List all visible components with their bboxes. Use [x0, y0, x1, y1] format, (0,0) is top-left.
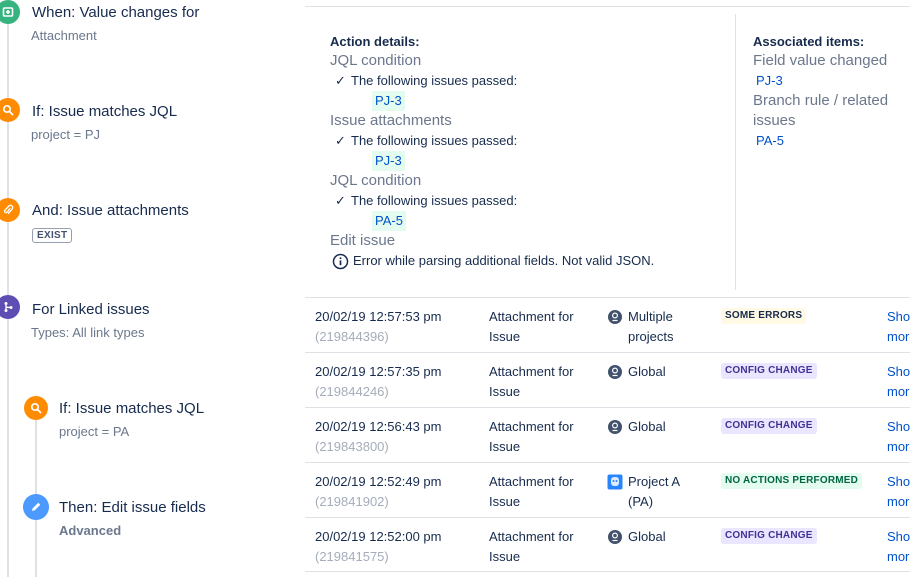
row-type: Attachment for Issue — [489, 474, 574, 509]
row-id: (219841902) — [315, 494, 389, 509]
project-avatar-icon — [607, 474, 623, 490]
associated-items-panel: Associated items: Field value changed PJ… — [753, 30, 910, 151]
scope-text: Global — [628, 364, 666, 379]
status-badge: CONFIG CHANGE — [721, 363, 817, 379]
search-icon[interactable] — [24, 396, 48, 420]
passed-label: The following issues passed: — [351, 73, 518, 88]
action-details-heading: Action details: — [330, 34, 420, 49]
row-type: Attachment for Issue — [489, 309, 574, 344]
trigger-icon[interactable] — [0, 0, 20, 24]
row-scope: Multiple projects — [607, 307, 707, 347]
branch-icon[interactable] — [0, 295, 20, 319]
branch-condition-subtitle: project = PA — [59, 424, 130, 439]
table-row[interactable]: 20/02/19 12:52:00 pm (219841575) Attachme… — [305, 517, 910, 572]
associated-issue-link[interactable]: PJ-3 — [753, 71, 910, 91]
row-type: Attachment for Issue — [489, 364, 574, 399]
scope-text: Global — [628, 419, 666, 434]
globe-icon — [608, 530, 622, 544]
condition-attachments-title[interactable]: And: Issue attachments — [32, 202, 189, 219]
scope-text: Project A (PA) — [628, 474, 680, 509]
branch-action-subtitle: Advanced — [59, 523, 122, 538]
show-more-link[interactable]: Show more — [887, 527, 910, 567]
row-scope: Global — [607, 362, 707, 382]
check-icon: ✓ — [335, 193, 346, 208]
row-id: (219844396) — [315, 329, 389, 344]
panel-divider — [735, 14, 736, 290]
row-type: Attachment for Issue — [489, 529, 574, 564]
search-icon[interactable] — [0, 98, 20, 122]
table-row[interactable]: 20/02/19 12:56:43 pm (219843800) Attachme… — [305, 407, 910, 462]
branch-title[interactable]: For Linked issues — [32, 301, 150, 318]
check-icon: ✓ — [335, 133, 346, 148]
status-badge: NO ACTIONS PERFORMED — [721, 473, 863, 489]
row-date: 20/02/19 12:57:53 pm (219844396) — [315, 307, 442, 347]
row-id: (219844246) — [315, 384, 389, 399]
detail-passed-text: ✓ The following issues passed: — [330, 71, 730, 91]
scope-text: Global — [628, 529, 666, 544]
pencil-icon[interactable] — [23, 494, 49, 520]
edit-issue-name: Edit issue — [330, 232, 396, 249]
scope-text: Multiple projects — [628, 309, 674, 344]
row-scope: Global — [607, 527, 707, 547]
issue-key-link[interactable]: PJ-3 — [372, 151, 405, 171]
row-scope: Project A (PA) — [607, 472, 707, 512]
date-text: 20/02/19 12:52:49 pm — [315, 474, 442, 489]
date-text: 20/02/19 12:57:53 pm — [315, 309, 442, 324]
associated-issue-link[interactable]: PA-5 — [753, 131, 910, 151]
audit-log-table: 20/02/19 12:57:53 pm (219844396) Attachme… — [305, 297, 910, 572]
row-date: 20/02/19 12:56:43 pm (219843800) — [315, 417, 442, 457]
show-more-link[interactable]: Show more — [887, 417, 910, 457]
row-id: (219843800) — [315, 439, 389, 454]
trigger-title[interactable]: When: Value changes for — [32, 4, 199, 21]
paperclip-icon[interactable] — [0, 198, 20, 222]
info-icon — [332, 253, 349, 269]
date-text: 20/02/19 12:52:00 pm — [315, 529, 442, 544]
error-text: Error while parsing additional fields. N… — [353, 253, 655, 268]
row-date: 20/02/19 12:57:35 pm (219844246) — [315, 362, 442, 402]
associated-group-name: Branch rule / related issues — [753, 92, 889, 129]
issue-key-link[interactable]: PJ-3 — [372, 91, 405, 111]
status-badge: CONFIG CHANGE — [721, 528, 817, 544]
table-row[interactable]: 20/02/19 12:52:49 pm (219841902) Attachme… — [305, 462, 910, 517]
row-scope: Global — [607, 417, 707, 437]
globe-icon — [608, 310, 622, 324]
status-badge: CONFIG CHANGE — [721, 418, 817, 434]
table-row[interactable]: 20/02/19 12:57:53 pm (219844396) Attachme… — [305, 297, 910, 352]
row-id: (219841575) — [315, 549, 389, 564]
passed-label: The following issues passed: — [351, 133, 518, 148]
condition-jql-title[interactable]: If: Issue matches JQL — [32, 103, 177, 120]
branch-condition-title[interactable]: If: Issue matches JQL — [59, 400, 204, 417]
check-icon: ✓ — [335, 73, 346, 88]
branch-action-title[interactable]: Then: Edit issue fields — [59, 499, 206, 516]
row-date: 20/02/19 12:52:00 pm (219841575) — [315, 527, 442, 567]
detail-item-name: JQL condition — [330, 172, 422, 189]
globe-icon — [608, 420, 622, 434]
trigger-subtitle: Attachment — [31, 28, 97, 43]
globe-icon — [608, 365, 622, 379]
associated-group-name: Field value changed — [753, 52, 888, 69]
row-type: Attachment for Issue — [489, 419, 574, 454]
issue-key-link[interactable]: PA-5 — [372, 211, 406, 231]
detail-item-name: JQL condition — [330, 52, 422, 69]
table-row[interactable]: 20/02/19 12:57:35 pm (219844246) Attachme… — [305, 352, 910, 407]
show-more-link[interactable]: Show more — [887, 307, 910, 347]
detail-passed-text: ✓ The following issues passed: — [330, 191, 730, 211]
detail-item-name: Issue attachments — [330, 112, 452, 129]
show-more-link[interactable]: Show more — [887, 472, 910, 512]
detail-passed-text: ✓ The following issues passed: — [330, 131, 730, 151]
status-badge: SOME ERRORS — [721, 308, 807, 324]
branch-subtitle: Types: All link types — [31, 325, 145, 340]
row-date: 20/02/19 12:52:49 pm (219841902) — [315, 472, 442, 512]
rule-flow: When: Value changes for Attachment If: I… — [0, 0, 290, 577]
error-message: Error while parsing additional fields. N… — [330, 251, 730, 271]
show-more-link[interactable]: Show more — [887, 362, 910, 402]
condition-jql-subtitle: project = PJ — [31, 127, 101, 142]
exist-badge: EXIST — [32, 228, 73, 243]
passed-label: The following issues passed: — [351, 193, 518, 208]
divider — [305, 6, 910, 7]
action-details-panel: Action details: JQL condition ✓ The follo… — [330, 30, 730, 271]
date-text: 20/02/19 12:56:43 pm — [315, 419, 442, 434]
associated-items-heading: Associated items: — [753, 34, 865, 49]
date-text: 20/02/19 12:57:35 pm — [315, 364, 442, 379]
